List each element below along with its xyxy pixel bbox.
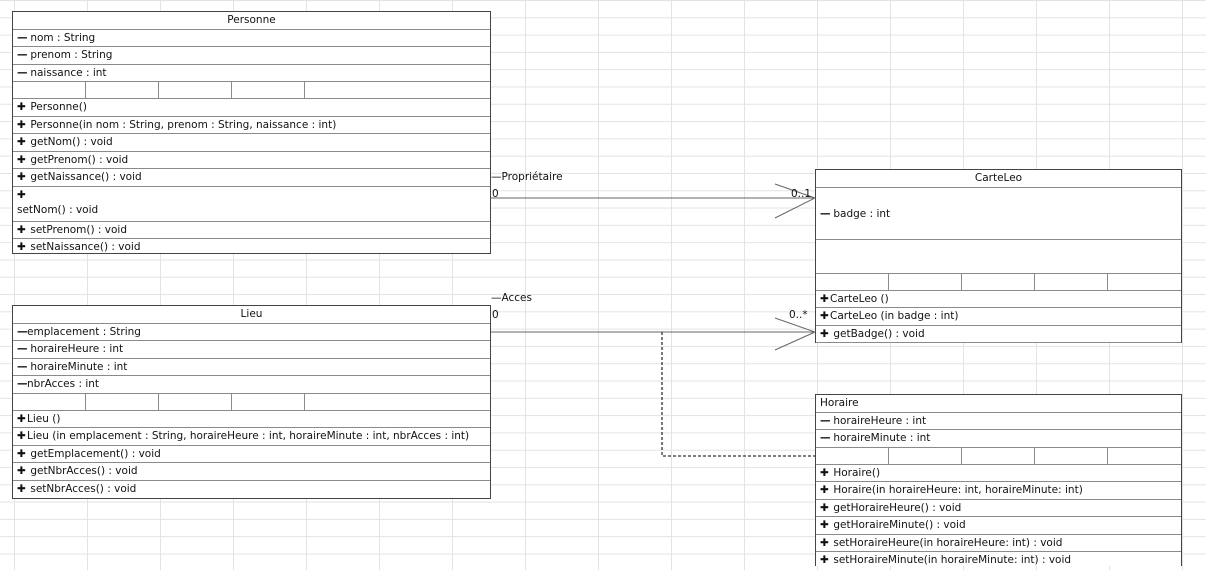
proprietaire-source-multiplicity: 0 [492,188,499,200]
acces-role-label: —Acces [491,292,532,304]
acces-arrowhead [774,317,817,351]
horaire-dashed-link [661,332,815,457]
proprietaire-target-multiplicity: 0..1 [791,188,812,200]
acces-source-multiplicity: 0 [492,309,499,321]
acces-target-multiplicity: 0..* [789,309,808,321]
association-connectors [491,183,817,457]
proprietaire-role-label: —Propriétaire [491,171,563,183]
